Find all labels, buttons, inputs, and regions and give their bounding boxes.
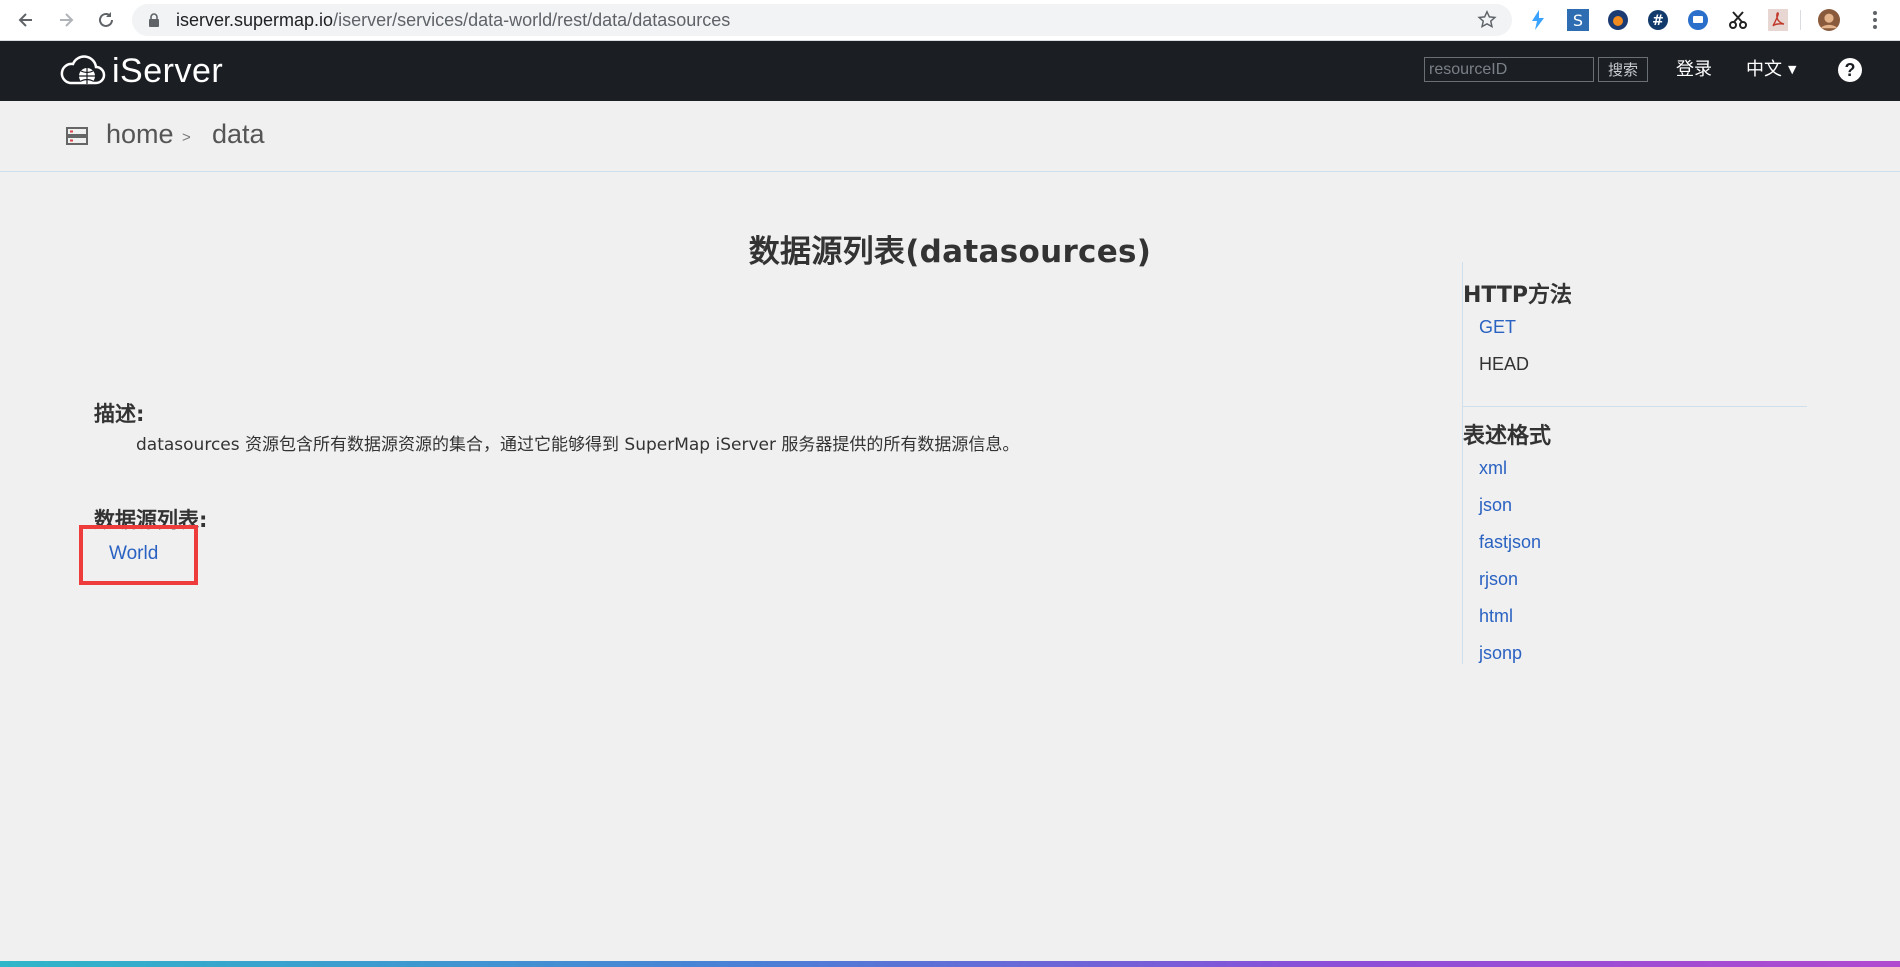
help-icon[interactable]: ? xyxy=(1838,58,1862,82)
pdf-extension-icon[interactable] xyxy=(1767,9,1789,31)
breadcrumb-separator: > xyxy=(182,129,191,146)
lightning-extension-icon[interactable] xyxy=(1527,9,1549,31)
resource-id-input[interactable] xyxy=(1424,57,1594,82)
bookmark-star-icon[interactable] xyxy=(1476,9,1498,36)
forward-arrow-icon[interactable] xyxy=(52,6,80,34)
login-link[interactable]: 登录 xyxy=(1676,57,1712,83)
language-dropdown[interactable]: 中文 ▼ xyxy=(1746,57,1796,83)
bottom-gradient-bar xyxy=(0,961,1900,967)
search-button[interactable]: 搜索 xyxy=(1598,57,1648,82)
formats-title: 表述格式 xyxy=(1463,424,1552,449)
scissors-icon[interactable] xyxy=(1727,9,1749,31)
iserver-logo[interactable]: iServer xyxy=(58,51,223,91)
url-text: iserver.supermap.io/iserver/services/dat… xyxy=(176,10,731,30)
highlight-box xyxy=(79,525,198,585)
cloud-globe-icon xyxy=(60,55,106,85)
toolbar-divider xyxy=(1800,10,1801,30)
profile-avatar[interactable] xyxy=(1818,9,1840,31)
browser-toolbar: iserver.supermap.io/iserver/services/dat… xyxy=(0,0,1900,41)
language-label: 中文 xyxy=(1746,59,1782,80)
description-label: 描述: xyxy=(94,402,145,426)
http-method-get[interactable]: GET xyxy=(1479,317,1516,338)
lock-icon xyxy=(148,13,160,32)
s-extension-icon[interactable]: S xyxy=(1567,9,1589,31)
reload-icon[interactable] xyxy=(92,6,120,34)
format-link-html[interactable]: html xyxy=(1479,606,1513,627)
logo-text: iServer xyxy=(112,51,224,90)
http-method-head: HEAD xyxy=(1479,354,1530,374)
http-methods-title: HTTP方法 xyxy=(1463,283,1573,308)
back-arrow-icon[interactable] xyxy=(12,6,40,34)
side-panel: HTTP方法 GET HEAD 表述格式 xml json fastjson r… xyxy=(1462,262,1807,664)
more-menu-icon[interactable] xyxy=(1864,9,1886,31)
description-text: datasources 资源包含所有数据源资源的集合，通过它能够得到 Super… xyxy=(136,435,1020,455)
app-header: iServer 搜索 登录 中文 ▼ ? xyxy=(0,41,1900,101)
hash-extension-icon[interactable]: # xyxy=(1647,9,1669,31)
breadcrumb: home > data xyxy=(0,101,1900,172)
format-link-rjson[interactable]: rjson xyxy=(1479,569,1518,590)
breadcrumb-current[interactable]: data xyxy=(212,119,265,150)
format-link-jsonp[interactable]: jsonp xyxy=(1479,643,1522,664)
side-divider xyxy=(1463,406,1807,407)
breadcrumb-home-link[interactable]: home xyxy=(106,119,174,150)
svg-text:S: S xyxy=(1573,11,1583,30)
format-link-json[interactable]: json xyxy=(1479,495,1512,516)
format-link-xml[interactable]: xml xyxy=(1479,458,1507,479)
server-icon xyxy=(66,127,88,150)
svg-text:#: # xyxy=(1652,13,1664,29)
chat-extension-icon[interactable] xyxy=(1687,9,1709,31)
fox-extension-icon[interactable] xyxy=(1607,9,1629,31)
caret-down-icon: ▼ xyxy=(1788,63,1797,76)
address-bar[interactable]: iserver.supermap.io/iserver/services/dat… xyxy=(132,4,1512,36)
format-link-fastjson[interactable]: fastjson xyxy=(1479,532,1541,553)
